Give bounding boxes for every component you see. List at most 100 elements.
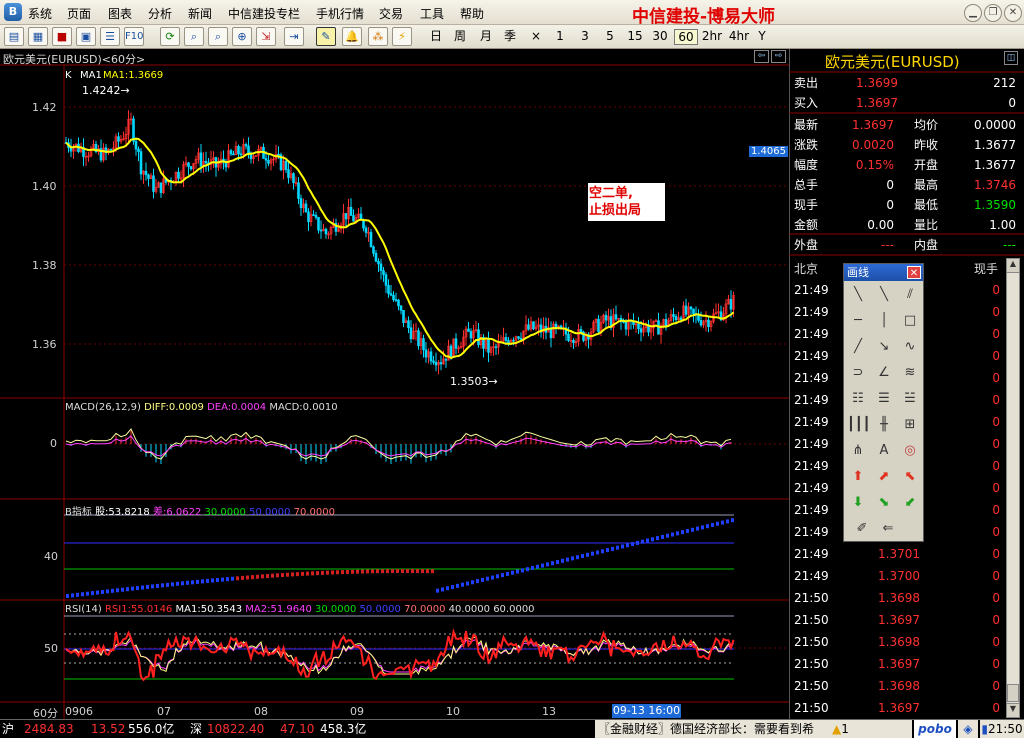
- restore-icon[interactable]: ❐: [984, 4, 1002, 22]
- wave-line-icon[interactable]: ∿: [899, 336, 921, 358]
- period-3min[interactable]: 3: [573, 29, 597, 45]
- b-indicator-dot: [551, 561, 554, 566]
- parallel-line-icon[interactable]: ⫽: [899, 284, 921, 306]
- menu-trade[interactable]: 交易: [379, 5, 403, 22]
- scroll-up-icon[interactable]: ▲: [1007, 259, 1019, 273]
- period-month[interactable]: 月: [474, 29, 498, 45]
- period-year[interactable]: Y: [750, 29, 774, 45]
- quote-label: 量比: [914, 218, 939, 232]
- cycle-lines-icon[interactable]: ┃┃┃: [847, 414, 870, 436]
- tick-scrollbar[interactable]: ▲ ▼: [1006, 258, 1020, 718]
- tick-time: 21:50: [794, 613, 829, 627]
- candle-body: [624, 321, 628, 330]
- menu-news[interactable]: 新闻: [188, 5, 212, 22]
- candle-body: [307, 211, 310, 223]
- menu-page[interactable]: 页面: [67, 5, 91, 22]
- fibonacci-icon[interactable]: ☷: [847, 388, 869, 410]
- tick-time: 21:50: [794, 635, 829, 649]
- fan-icon[interactable]: ≋: [899, 362, 921, 384]
- up-left-arrow-icon[interactable]: ⬉: [899, 466, 921, 488]
- eraser-icon[interactable]: ✐: [851, 518, 873, 540]
- candle-body: [177, 171, 180, 179]
- horizontal-line-icon[interactable]: ─: [847, 310, 869, 332]
- period-week[interactable]: 周: [448, 29, 472, 45]
- period-60min[interactable]: 60: [674, 29, 698, 45]
- export-icon[interactable]: ⇲: [256, 27, 276, 46]
- b-v70: 70.0000: [293, 507, 335, 518]
- line-segment-icon[interactable]: ╲: [847, 284, 869, 306]
- period-4hr[interactable]: 4hr: [726, 29, 752, 45]
- fib-retrace-icon[interactable]: ☰: [873, 388, 895, 410]
- b-indicator-dot: [76, 592, 79, 597]
- alarm-icon[interactable]: 🔔: [342, 27, 362, 46]
- menu-tools[interactable]: 工具: [420, 5, 444, 22]
- arc-icon[interactable]: ⊃: [847, 362, 869, 384]
- import-icon[interactable]: ⇥: [284, 27, 304, 46]
- menu-system[interactable]: 系统: [28, 5, 52, 22]
- close-icon[interactable]: ✕: [1004, 4, 1022, 22]
- zoom-in-icon[interactable]: ⊕: [232, 27, 252, 46]
- menu-citic-column[interactable]: 中信建投专栏: [228, 5, 300, 22]
- scroll-down-icon[interactable]: ▼: [1007, 703, 1019, 717]
- period-day[interactable]: 日: [424, 29, 448, 45]
- quote-list-icon[interactable]: ☰: [100, 27, 120, 46]
- app-icon[interactable]: B: [4, 3, 22, 21]
- angle-icon[interactable]: ∠: [873, 362, 895, 384]
- b-indicator-dot: [291, 572, 294, 577]
- b-indicator-dot: [486, 576, 489, 581]
- draw-icon[interactable]: ✎: [316, 27, 336, 46]
- news-ticker[interactable]: 〖金融财经〗德国经济部长：需要看到希: [595, 720, 832, 738]
- gann-fan-icon[interactable]: ⋔: [847, 440, 869, 462]
- scroll-thumb[interactable]: [1007, 684, 1019, 702]
- box-icon[interactable]: ■: [52, 27, 72, 46]
- gann-lines-icon[interactable]: ╫: [873, 414, 895, 436]
- zoom-in-icon[interactable]: ⌕: [184, 27, 204, 46]
- vertical-line-icon[interactable]: │: [873, 310, 895, 332]
- b-indicator-dot: [166, 582, 169, 587]
- fib-ext-icon[interactable]: ☱: [899, 388, 921, 410]
- candle-body: [312, 214, 315, 216]
- arrow-line-icon[interactable]: ↘: [873, 336, 895, 358]
- menu-grid-icon[interactable]: ▦: [28, 27, 48, 46]
- down-left-arrow-icon[interactable]: ⬋: [899, 492, 921, 514]
- quote-list-icon[interactable]: ▤: [4, 27, 24, 46]
- multi-icon[interactable]: ⁂: [368, 27, 388, 46]
- period-1min[interactable]: 1: [548, 29, 572, 45]
- refresh-icon[interactable]: ⟳: [160, 27, 180, 46]
- menu-help[interactable]: 帮助: [460, 5, 484, 22]
- speed-lines-icon[interactable]: ⊞: [899, 414, 921, 436]
- minimize-icon[interactable]: ▁: [964, 4, 982, 22]
- candle-body: [267, 159, 270, 164]
- alert-box[interactable]: ▲1: [832, 720, 912, 738]
- down-right-arrow-icon[interactable]: ⬊: [873, 492, 895, 514]
- menu-mobile-quote[interactable]: 手机行情: [316, 5, 364, 22]
- rectangle-icon[interactable]: □: [899, 310, 921, 332]
- ray-icon[interactable]: ╲: [873, 284, 895, 306]
- period-quarter[interactable]: 季: [498, 29, 522, 45]
- period-30min[interactable]: 30: [648, 29, 672, 45]
- zoom-out-icon[interactable]: ⌕: [208, 27, 228, 46]
- down-arrow-icon[interactable]: ⬇: [847, 492, 869, 514]
- price-indicator-ma: MA1: [80, 70, 102, 81]
- trend-line-icon[interactable]: ╱: [847, 336, 869, 358]
- menu-analysis[interactable]: 分析: [148, 5, 172, 22]
- tick-volume: 0: [992, 679, 1000, 693]
- candle-body: [284, 160, 288, 171]
- period-2hr[interactable]: 2hr: [699, 29, 725, 45]
- tick-time: 21:49: [794, 283, 829, 297]
- delete-lines-icon[interactable]: ⇐: [877, 518, 899, 540]
- f10-icon[interactable]: F10: [124, 27, 144, 46]
- close-icon[interactable]: ✕: [907, 266, 921, 279]
- period-15min[interactable]: 15: [623, 29, 647, 45]
- period-5min[interactable]: 5: [598, 29, 622, 45]
- flash-icon[interactable]: ⚡: [392, 27, 412, 46]
- up-arrow-icon[interactable]: ⬆: [847, 466, 869, 488]
- text-icon[interactable]: A: [873, 440, 895, 462]
- period-close[interactable]: ×: [524, 29, 548, 45]
- draw-line-panel[interactable]: 画线 ✕ ╲ ╲ ⫽ ─ │ □ ╱ ↘ ∿ ⊃ ∠ ≋ ☷ ☰ ☱ ┃┃┃ ╫ ⊞ ⋔ A ◎ ⬆ ⬈ ⬉ ⬇ ⬊ ⬋ ✐ ⇐: [843, 263, 924, 542]
- b-indicator-dot: [531, 565, 534, 570]
- circle-icon[interactable]: ◎: [899, 440, 921, 462]
- up-right-arrow-icon[interactable]: ⬈: [873, 466, 895, 488]
- menu-chart[interactable]: 图表: [108, 5, 132, 22]
- box-icon[interactable]: ▣: [76, 27, 96, 46]
